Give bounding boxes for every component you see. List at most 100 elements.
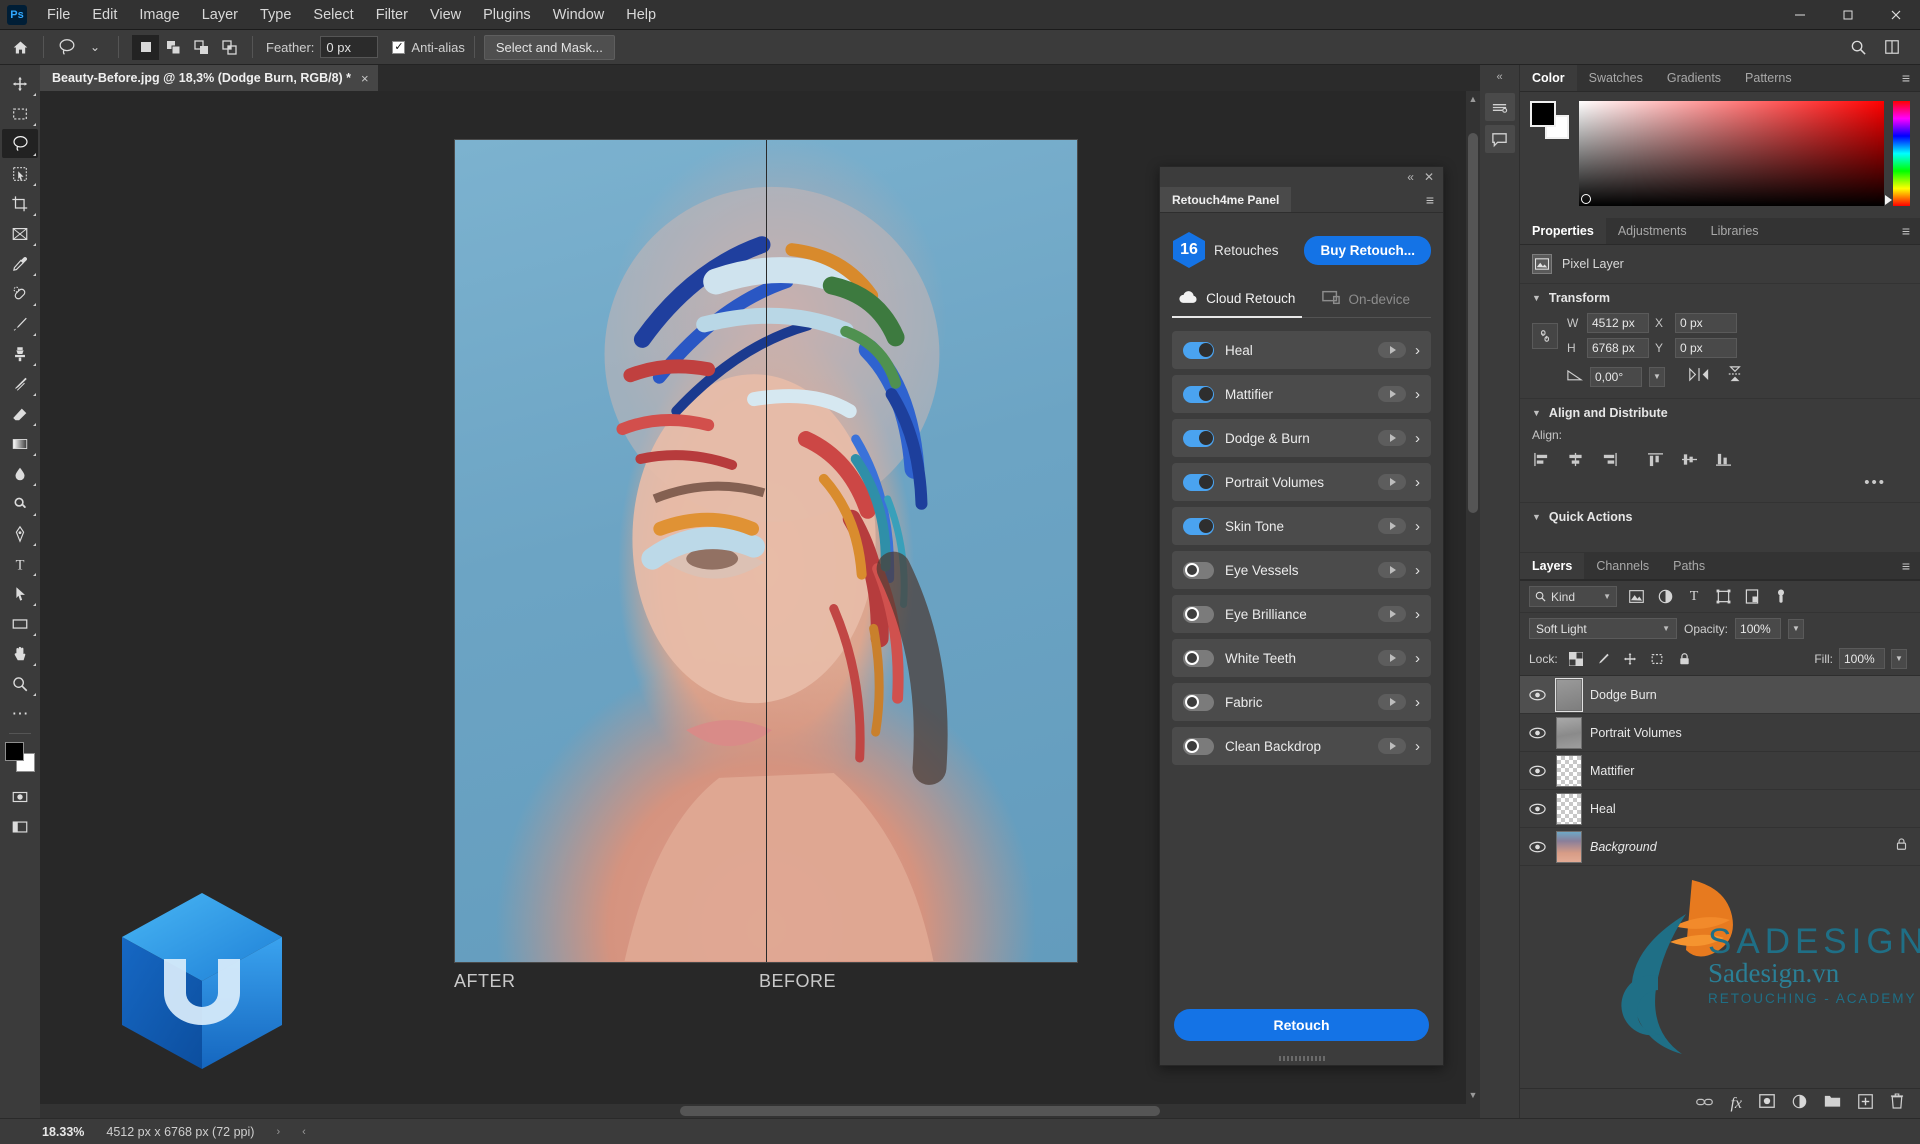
lasso-icon[interactable]	[53, 34, 81, 60]
retouch-tool-row-eye-vessels[interactable]: Eye Vessels ›	[1172, 551, 1431, 589]
new-group-icon[interactable]	[1824, 1094, 1841, 1113]
document-image[interactable]	[454, 139, 1078, 963]
tool-blur[interactable]	[2, 459, 38, 488]
link-layers-icon[interactable]	[1696, 1095, 1714, 1113]
quick-actions-header[interactable]: ▼ Quick Actions	[1532, 510, 1908, 524]
fill-value[interactable]: 100%	[1839, 648, 1885, 669]
align-right-edges-icon[interactable]	[1600, 451, 1618, 467]
retouch-tool-row-portrait-volumes[interactable]: Portrait Volumes ›	[1172, 463, 1431, 501]
layer-filter-kind-select[interactable]: Kind ▼	[1529, 586, 1617, 607]
feather-input[interactable]	[320, 36, 379, 58]
close-icon[interactable]: ×	[361, 71, 369, 86]
new-selection-button[interactable]	[132, 34, 159, 60]
collapse-icon[interactable]: «	[1407, 170, 1414, 184]
search-icon[interactable]	[1844, 34, 1872, 60]
transform-section-header[interactable]: ▼ Transform	[1532, 291, 1908, 305]
scroll-down-arrow-icon[interactable]: ▼	[1466, 1090, 1480, 1100]
tab-retouch4me-panel[interactable]: Retouch4me Panel	[1160, 187, 1292, 212]
flip-vertical-icon[interactable]	[1727, 366, 1743, 387]
tool-rectangle[interactable]	[2, 609, 38, 638]
menu-layer[interactable]: Layer	[191, 1, 249, 29]
minimize-button[interactable]	[1776, 0, 1824, 30]
layer-visibility-icon[interactable]	[1526, 841, 1548, 853]
canvas-vertical-scrollbar[interactable]: ▲ ▼	[1466, 91, 1480, 1118]
menu-filter[interactable]: Filter	[365, 1, 419, 29]
status-expand-arrow-icon[interactable]: ›	[276, 1126, 280, 1138]
tab-channels[interactable]: Channels	[1584, 553, 1662, 579]
layer-thumbnail[interactable]	[1556, 754, 1582, 787]
preview-play-button[interactable]	[1378, 430, 1406, 446]
chevron-down-icon[interactable]: ▼	[1603, 592, 1611, 601]
smartobject-filter-icon[interactable]	[1742, 587, 1762, 607]
toggle-skin-tone[interactable]	[1183, 517, 1214, 535]
tab-cloud-retouch[interactable]: Cloud Retouch	[1172, 283, 1302, 318]
tab-gradients[interactable]: Gradients	[1654, 65, 1734, 91]
layer-thumbnail[interactable]	[1555, 677, 1583, 712]
tool-pen[interactable]	[2, 519, 38, 548]
tool-rectangular-marquee[interactable]	[2, 99, 38, 128]
canvas-horizontal-scrollbar[interactable]	[40, 1104, 1480, 1118]
tool-object-selection[interactable]	[2, 159, 38, 188]
retouch-tool-row-heal[interactable]: Heal ›	[1172, 331, 1431, 369]
collapse-icon[interactable]: «	[1496, 71, 1502, 83]
shape-filter-icon[interactable]	[1713, 587, 1733, 607]
tool-eyedropper[interactable]	[2, 249, 38, 278]
layer-style-icon[interactable]: fx	[1730, 1095, 1742, 1113]
quick-mask-mode-icon[interactable]	[2, 782, 38, 811]
align-horizontal-centers-icon[interactable]	[1566, 451, 1584, 467]
foreground-color-swatch[interactable]	[5, 742, 24, 761]
fill-chevron-down-icon[interactable]: ▼	[1891, 648, 1907, 669]
chevron-right-icon[interactable]: ›	[1415, 387, 1423, 402]
panel-menu-icon[interactable]: ≡	[1892, 218, 1920, 244]
layer-row-background[interactable]: Background	[1520, 828, 1920, 866]
adjustment-filter-icon[interactable]	[1655, 587, 1675, 607]
antialias-checkbox-box[interactable]: ✓	[392, 40, 406, 54]
buy-retouch-button[interactable]: Buy Retouch...	[1304, 235, 1431, 265]
preview-play-button[interactable]	[1378, 518, 1406, 534]
toggle-mattifier[interactable]	[1183, 385, 1214, 403]
lock-image-pixels-icon[interactable]	[1595, 650, 1612, 667]
lock-all-icon[interactable]	[1676, 650, 1693, 667]
chevron-right-icon[interactable]: ›	[1415, 431, 1423, 446]
retouch-button[interactable]: Retouch	[1174, 1009, 1429, 1041]
menu-view[interactable]: View	[419, 1, 472, 29]
panel-menu-icon[interactable]: ≡	[1426, 187, 1443, 212]
chevron-right-icon[interactable]: ›	[1415, 695, 1423, 710]
lock-transparent-pixels-icon[interactable]	[1568, 650, 1585, 667]
effects-filter-icon[interactable]	[1771, 587, 1791, 607]
toggle-clean-backdrop[interactable]	[1183, 737, 1214, 755]
chevron-down-icon[interactable]: ▼	[1532, 293, 1541, 303]
blend-mode-select[interactable]: Soft Light ▼	[1529, 618, 1677, 639]
tab-properties[interactable]: Properties	[1520, 218, 1606, 244]
toggle-white-teeth[interactable]	[1183, 649, 1214, 667]
layer-row-portrait-volumes[interactable]: Portrait Volumes	[1520, 714, 1920, 752]
home-icon[interactable]	[6, 34, 34, 60]
preview-play-button[interactable]	[1378, 694, 1406, 710]
lock-position-icon[interactable]	[1622, 650, 1639, 667]
panel-menu-icon[interactable]: ≡	[1892, 553, 1920, 579]
tab-libraries[interactable]: Libraries	[1698, 218, 1771, 244]
height-input[interactable]	[1587, 338, 1649, 358]
toggle-fabric[interactable]	[1183, 693, 1214, 711]
tab-layers[interactable]: Layers	[1520, 553, 1585, 579]
tool-type[interactable]: T	[2, 549, 38, 578]
align-left-edges-icon[interactable]	[1532, 451, 1550, 467]
panel-resize-handle[interactable]	[1278, 1056, 1325, 1061]
menu-help[interactable]: Help	[615, 1, 667, 29]
width-input[interactable]	[1587, 313, 1649, 333]
tool-dodge[interactable]	[2, 489, 38, 518]
color-field[interactable]	[1579, 101, 1884, 206]
opacity-value[interactable]: 100%	[1735, 618, 1782, 639]
tool-crop[interactable]	[2, 189, 38, 218]
tab-on-device[interactable]: On-device	[1302, 283, 1432, 317]
retouch-tool-row-white-teeth[interactable]: White Teeth ›	[1172, 639, 1431, 677]
subtract-from-selection-button[interactable]	[188, 34, 215, 60]
add-to-selection-button[interactable]	[160, 34, 187, 60]
layer-row-mattifier[interactable]: Mattifier	[1520, 752, 1920, 790]
layer-thumbnail[interactable]	[1556, 792, 1582, 825]
new-layer-icon[interactable]	[1858, 1093, 1873, 1114]
menu-image[interactable]: Image	[128, 1, 190, 29]
toggle-eye-vessels[interactable]	[1183, 561, 1214, 579]
retouch-tool-row-skin-tone[interactable]: Skin Tone ›	[1172, 507, 1431, 545]
document-tab[interactable]: Beauty-Before.jpg @ 18,3% (Dodge Burn, R…	[40, 65, 379, 91]
